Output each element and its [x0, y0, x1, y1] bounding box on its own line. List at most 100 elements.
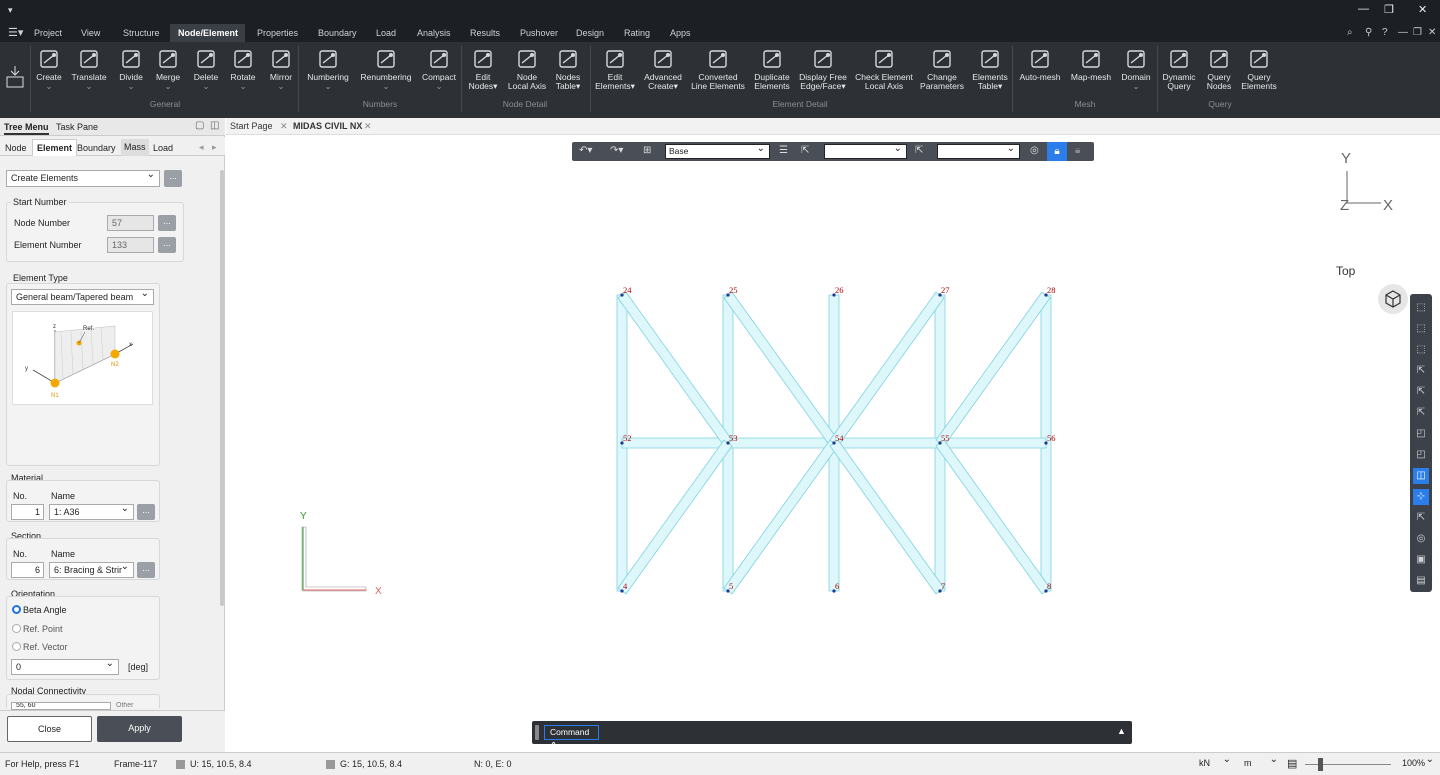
- ribbon-query-elements-button[interactable]: Query Elements: [1227, 48, 1291, 91]
- element-number-field[interactable]: 133: [107, 237, 154, 253]
- subtab-mass[interactable]: Mass: [121, 139, 149, 156]
- unit-settings-icon[interactable]: ▤: [1287, 757, 1297, 770]
- ribbon-display-free-edge-face-button[interactable]: Display Free Edge/Face▾: [791, 48, 855, 91]
- view-tool-3-icon[interactable]: ⬚: [1413, 342, 1429, 358]
- subtab-node[interactable]: Node: [5, 143, 27, 153]
- beam-element[interactable]: [617, 439, 733, 595]
- tab-midas-close-icon[interactable]: ✕: [360, 118, 376, 135]
- view-tool-6-icon[interactable]: ⇱: [1413, 405, 1429, 421]
- menu-tab-properties[interactable]: Properties: [249, 24, 306, 42]
- beam-element[interactable]: [939, 437, 1047, 449]
- select-filter-icon-2[interactable]: ⇱: [915, 145, 923, 156]
- subtab-prev-icon[interactable]: ◂: [199, 142, 204, 153]
- view-tool-5-icon[interactable]: ⇱: [1413, 384, 1429, 400]
- model-canvas[interactable]: 24 25 26 27 28 52 53 54 55 56 4 5 6 7 8 Y X Y X Z Top: [226, 135, 1440, 752]
- tab-start-page[interactable]: Start Page: [226, 118, 277, 135]
- beam-element[interactable]: [727, 437, 835, 449]
- section-options-button[interactable]: ...: [137, 562, 155, 578]
- beam-element[interactable]: [621, 437, 729, 449]
- beam-element[interactable]: [935, 291, 1051, 447]
- view-tool-9-icon[interactable]: ◫: [1413, 468, 1429, 484]
- model-drawing[interactable]: 24 25 26 27 2852 53 54 55 564 5 6 7 8YXYXZTop: [226, 135, 1440, 752]
- menu-tab-pushover[interactable]: Pushover: [512, 24, 566, 42]
- material-options-button[interactable]: ...: [137, 504, 155, 520]
- panel-split-icon[interactable]: ◫: [210, 120, 219, 131]
- query-icon[interactable]: ◎: [1030, 145, 1039, 156]
- redo-icon[interactable]: ↷▾: [610, 145, 623, 156]
- material-no-field[interactable]: 1: [11, 504, 44, 520]
- menu-tab-structure[interactable]: Structure: [115, 24, 168, 42]
- view-tool-8-icon[interactable]: ◰: [1413, 447, 1429, 463]
- search-icon[interactable]: ⌕: [1347, 27, 1353, 38]
- menu-tab-view[interactable]: View: [73, 24, 108, 42]
- beam-element[interactable]: [833, 437, 941, 449]
- beam-element[interactable]: [829, 439, 945, 595]
- subtab-load[interactable]: Load: [153, 143, 173, 153]
- close-button[interactable]: Close: [7, 716, 92, 742]
- view-tool-1-icon[interactable]: ⬚: [1413, 300, 1429, 316]
- view-tool-14-icon[interactable]: ▤: [1413, 573, 1429, 589]
- view-tool-4-icon[interactable]: ⇱: [1413, 363, 1429, 379]
- menu-tab-project[interactable]: Project: [26, 24, 70, 42]
- view-tool-13-icon[interactable]: ▣: [1413, 552, 1429, 568]
- tab-midas-civil[interactable]: MIDAS CIVIL NX: [289, 118, 366, 135]
- base-select[interactable]: Base: [665, 142, 770, 159]
- select-filter-icon[interactable]: ⇱: [801, 145, 809, 156]
- menu-tab-results[interactable]: Results: [462, 24, 508, 42]
- restore-icon[interactable]: ❐: [1384, 3, 1394, 16]
- key-icon[interactable]: ⚲: [1365, 27, 1372, 38]
- view-tool-12-icon[interactable]: ◎: [1413, 531, 1429, 547]
- node-number-field[interactable]: 57: [107, 215, 154, 231]
- minimize-icon[interactable]: —: [1358, 3, 1369, 15]
- lock-active-icon[interactable]: 🔒︎: [1047, 142, 1067, 161]
- beam-element[interactable]: [617, 291, 733, 447]
- mode-options-button[interactable]: ...: [164, 170, 182, 187]
- zoom-select[interactable]: 100%: [1398, 753, 1438, 772]
- ref-vector-radio[interactable]: [12, 642, 21, 651]
- ribbon-numbering-button[interactable]: Numbering ⌄: [296, 48, 360, 91]
- lock-icon[interactable]: 🔒︎: [1075, 145, 1080, 156]
- ribbon-check-element-local-axis-button[interactable]: Check Element Local Axis: [852, 48, 916, 91]
- quick-access-icon[interactable]: ▾: [8, 5, 13, 16]
- angle-select[interactable]: 0: [11, 657, 119, 675]
- node-number-button[interactable]: ...: [158, 215, 176, 231]
- panel-scrollbar[interactable]: [220, 170, 224, 606]
- material-name-select[interactable]: 1: A36: [49, 502, 134, 520]
- ref-point-radio[interactable]: [12, 624, 21, 633]
- menu-tab-apps[interactable]: Apps: [662, 24, 699, 42]
- menu-tab-node-element[interactable]: Node/Element: [170, 24, 245, 42]
- view-tool-10-icon[interactable]: ⊹: [1413, 489, 1429, 505]
- beam-element[interactable]: [935, 439, 1051, 595]
- element-type-select[interactable]: General beam/Tapered beam: [11, 287, 154, 305]
- subtab-boundary[interactable]: Boundary: [77, 143, 116, 153]
- command-grip-icon[interactable]: [535, 725, 539, 740]
- length-unit-select[interactable]: m: [1240, 753, 1282, 772]
- ribbon-minimize-icon[interactable]: —: [1398, 27, 1408, 38]
- command-select[interactable]: Command ⇕: [544, 725, 599, 750]
- zoom-slider-handle[interactable]: [1318, 758, 1323, 771]
- view-tool-11-icon[interactable]: ⇱: [1413, 510, 1429, 526]
- menu-tab-boundary[interactable]: Boundary: [310, 24, 365, 42]
- close-window-icon[interactable]: ✕: [1418, 3, 1427, 16]
- beam-element[interactable]: [723, 291, 839, 447]
- command-expand-icon[interactable]: ▲: [1117, 726, 1126, 736]
- beam-element[interactable]: [829, 291, 945, 447]
- tab-tree-menu[interactable]: Tree Menu: [4, 122, 49, 135]
- view-tool-2-icon[interactable]: ⬚: [1413, 321, 1429, 337]
- nodal-connectivity-field[interactable]: 55, 60: [11, 702, 111, 710]
- subtab-next-icon[interactable]: ▸: [212, 142, 217, 153]
- view-tool-7-icon[interactable]: ◰: [1413, 426, 1429, 442]
- undo-icon[interactable]: ↶▾: [579, 145, 592, 156]
- menu-tab-analysis[interactable]: Analysis: [409, 24, 459, 42]
- section-no-field[interactable]: 6: [11, 562, 44, 578]
- beta-angle-radio[interactable]: [12, 605, 21, 614]
- tab-task-pane[interactable]: Task Pane: [56, 122, 98, 132]
- group-filter-icon[interactable]: ☰: [779, 145, 788, 156]
- menu-tab-load[interactable]: Load: [368, 24, 404, 42]
- view-cube-button[interactable]: [1378, 284, 1408, 314]
- panel-layout-icon[interactable]: ▢: [195, 120, 204, 131]
- menu-tab-design[interactable]: Design: [568, 24, 612, 42]
- beam-element[interactable]: [723, 439, 839, 595]
- filter-select-1[interactable]: [824, 142, 907, 159]
- help-icon[interactable]: ?: [1382, 27, 1388, 38]
